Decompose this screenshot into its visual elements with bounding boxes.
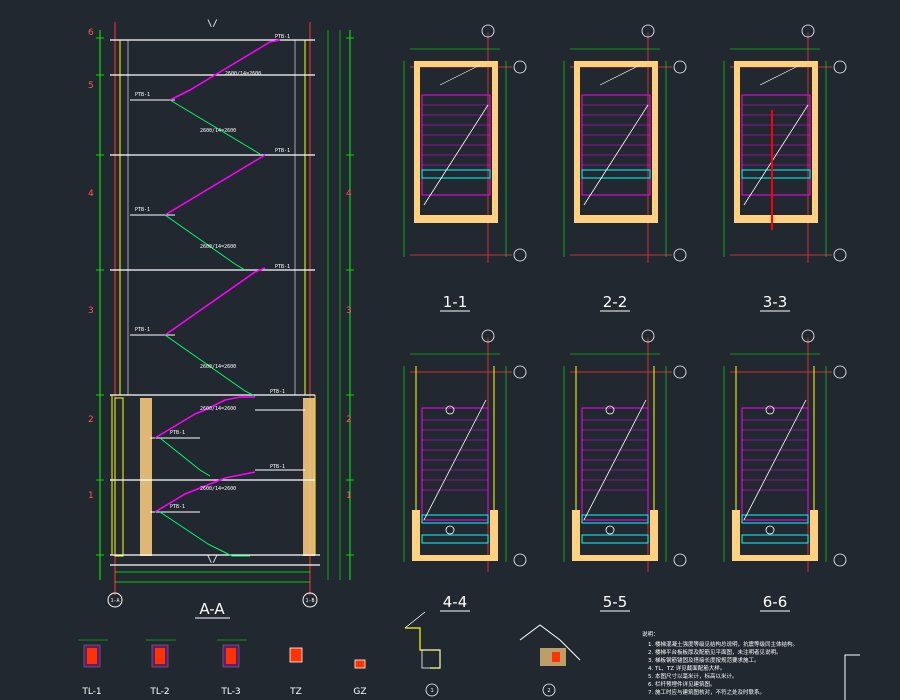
detail-tl-3: TL-3 [217,639,247,697]
svg-text:PTB-1: PTB-1 [170,430,185,436]
svg-text:GZ: GZ [353,687,366,697]
svg-text:PTB-1: PTB-1 [275,34,290,40]
level-label: 2 [346,415,352,425]
title-block-corner [844,654,860,700]
note-line: 4. TL、TZ 详见截面配筋大样。 [648,664,725,672]
plan-6-6: 6-6 [723,329,847,612]
svg-text:2600/14=2600: 2600/14=2600 [200,406,236,412]
section-title: A-A [199,600,225,618]
level-label: 1 [88,491,94,501]
plan-4-4: 4-4 [403,329,527,612]
plan-5-5: 5-5 [563,329,687,612]
plan-title: 6-6 [763,593,788,611]
detail-tl-1: TL-1 [78,639,108,697]
plan-title: 1-1 [443,293,468,311]
masonry-wall [303,398,315,556]
detail-gz: GZ [353,659,367,697]
detail-node-1: 1 [404,611,441,697]
grid-bubble-left: 1-A [107,592,123,608]
level-label: 1 [346,491,352,501]
svg-text:2: 2 [547,688,550,694]
notes-heading: 说明： [642,630,659,638]
plan-1-1: 1-1 [403,24,527,312]
svg-text:2600/14=2600: 2600/14=2600 [200,364,236,370]
svg-text:PTB-1: PTB-1 [275,148,290,154]
svg-text:2600/14=2600: 2600/14=2600 [225,71,261,77]
masonry-wall [140,398,152,556]
svg-text:TL-3: TL-3 [220,687,240,697]
plan-title: 5-5 [603,593,628,611]
level-label: 3 [88,306,94,316]
level-label: 5 [88,81,94,91]
level-label: 3 [346,306,352,316]
svg-text:TL-1: TL-1 [81,687,101,697]
svg-text:PTB-1: PTB-1 [135,92,150,98]
plan-title: 3-3 [763,293,788,311]
note-line: 3. 梯板钢筋锚固及搭接长度按规范要求施工。 [648,656,760,664]
drawing-sheet: 6 5 4 3 2 1 4 3 2 1 PTB-1 PTB-1 PTB-1 PT… [78,19,860,700]
plan-3-3: 3-3 [723,24,847,312]
level-label: 2 [88,415,94,425]
svg-text:\/: \/ [207,19,218,29]
note-line: 5. 本图尺寸以毫米计，标高以米计。 [648,672,738,680]
detail-tz: TZ [289,647,303,697]
level-label: 4 [346,189,352,199]
level-label: 4 [88,189,94,199]
plan-title: 4-4 [443,593,468,611]
detail-node-2: 2 [519,624,581,697]
svg-text:\/: \/ [207,555,218,565]
section-a-a: 6 5 4 3 2 1 4 3 2 1 PTB-1 PTB-1 PTB-1 PT… [88,19,354,619]
svg-text:PTB-1: PTB-1 [270,464,285,470]
svg-text:1: 1 [430,688,433,694]
svg-text:TZ: TZ [289,687,302,697]
note-line: 2. 楼梯平台板板厚及配筋见平面图，未注明者见说明。 [648,648,782,656]
svg-text:PTB-1: PTB-1 [170,504,185,510]
level-label: 6 [88,28,94,38]
svg-text:PTB-1: PTB-1 [270,389,285,395]
svg-text:PTB-1: PTB-1 [135,207,150,213]
grid-bubble-right: 1-B [302,592,318,608]
plan-2-2: 2-2 [563,24,687,312]
svg-text:2600/14=2600: 2600/14=2600 [200,128,236,134]
svg-text:TL-2: TL-2 [149,687,169,697]
note-line: 6. 栏杆预埋件详见建筑图。 [648,680,716,688]
svg-text:PTB-1: PTB-1 [135,327,150,333]
general-notes: 说明： 1. 楼梯混凝土强度等级见结构总说明，抗震等级同主体结构。 2. 楼梯平… [642,630,798,696]
svg-text:2600/14=2600: 2600/14=2600 [200,486,236,492]
note-line: 1. 楼梯混凝土强度等级见结构总说明，抗震等级同主体结构。 [648,640,798,648]
note-line: 7. 施工时应与建筑图核对，不符之处及时联系。 [648,688,765,696]
svg-text:1-A: 1-A [110,598,119,604]
svg-text:1-B: 1-B [305,598,314,604]
svg-text:PTB-1: PTB-1 [275,264,290,270]
plan-title: 2-2 [603,293,628,311]
svg-text:2600/14=2600: 2600/14=2600 [200,244,236,250]
detail-tl-2: TL-2 [146,639,176,697]
